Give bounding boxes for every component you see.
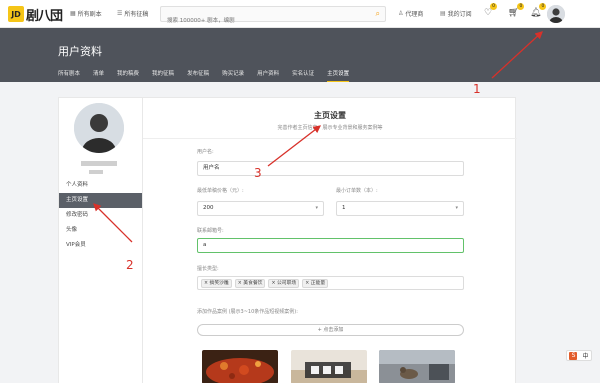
- ime-widget[interactable]: S 中: [566, 350, 592, 361]
- annotation-number-1: 1: [473, 82, 481, 96]
- annotation-arrow-2: [93, 203, 133, 243]
- ime-lang: 中: [582, 353, 589, 360]
- annotation-number-3: 3: [254, 166, 262, 180]
- annotation-arrows: [93, 31, 543, 243]
- annotation-arrow-1: [491, 31, 543, 79]
- annotation-arrow-3: [267, 125, 322, 167]
- annotation-number-2: 2: [126, 258, 134, 272]
- ime-logo-icon: S: [569, 351, 578, 360]
